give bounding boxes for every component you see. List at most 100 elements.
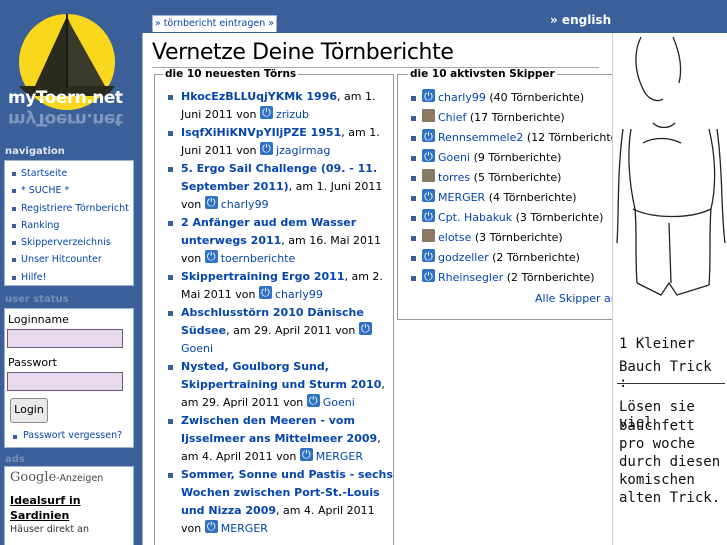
toern-item: Skippertraining Ergo 2011, am 2. Mai 201… bbox=[163, 268, 393, 304]
toern-item: Sommer, Sonne und Pastis - sechs Wochen … bbox=[163, 466, 393, 538]
skipper-name-link[interactable]: MERGER bbox=[438, 191, 485, 204]
login-box: Loginname Passwort Login Passwort verges… bbox=[4, 308, 134, 448]
forgot-password-link[interactable]: Passwort vergessen? bbox=[7, 430, 133, 441]
power-icon bbox=[422, 87, 435, 107]
skipper-name-link[interactable]: godzeller bbox=[438, 251, 489, 264]
ads-title: ads bbox=[5, 454, 25, 465]
active-skipper-box: die 10 aktivsten Skipper charly99 (40 Tö… bbox=[397, 68, 623, 320]
skipper-item: elotse (3 Törnberichte) bbox=[408, 228, 622, 248]
loginname-input[interactable] bbox=[7, 329, 123, 348]
skipper-list: charly99 (40 Törnberichte)Chief (17 Törn… bbox=[408, 87, 622, 288]
skipper-item: torres (5 Törnberichte) bbox=[408, 168, 622, 188]
toern-user-link[interactable]: toernberichte bbox=[221, 252, 296, 265]
power-icon bbox=[422, 207, 435, 227]
toern-date: , am 29. April 2011 von bbox=[226, 324, 359, 337]
ad-line-8: alten Trick. bbox=[619, 490, 721, 506]
loginname-label: Loginname bbox=[8, 313, 69, 326]
toern-item: IsqfXiHiKNVpYIljPZE 1951, am 1. Juni 201… bbox=[163, 124, 393, 160]
user-icon bbox=[204, 518, 218, 536]
user-icon bbox=[204, 248, 218, 266]
right-advertisement[interactable]: 1 Kleiner Bauch Trick : Lösen sie viel b… bbox=[612, 33, 727, 545]
toern-item: 5. Ergo Sail Challenge (09. - 11. Septem… bbox=[163, 160, 393, 214]
skipper-item: MERGER (4 Törnberichte) bbox=[408, 187, 622, 208]
photo-icon bbox=[422, 169, 435, 182]
skipper-name-link[interactable]: torres bbox=[438, 171, 470, 184]
toern-user-link[interactable]: charly99 bbox=[275, 288, 323, 301]
nav-item[interactable]: Registriere Törnbericht bbox=[9, 200, 133, 217]
password-label: Passwort bbox=[8, 356, 57, 369]
toern-title-link[interactable]: Nysted, Goulborg Sund, Skippertraining u… bbox=[181, 360, 381, 391]
skipper-count: (40 Törnberichte) bbox=[489, 91, 585, 104]
photo-icon bbox=[422, 229, 435, 242]
ad-line-4: bauchfett bbox=[619, 418, 695, 434]
toern-user-link[interactable]: MERGER bbox=[316, 450, 363, 463]
toern-title-link[interactable]: Skippertraining Ergo 2011 bbox=[181, 270, 344, 283]
skipper-count: (3 Törnberichte) bbox=[515, 211, 604, 224]
toern-item: HkocEzBLLUqjYKMk 1996, am 1. Juni 2011 v… bbox=[163, 88, 393, 124]
ad-text: Häuser direkt an bbox=[10, 524, 90, 535]
skipper-name-link[interactable]: Rheinsegler bbox=[438, 271, 503, 284]
toern-title-link[interactable]: IsqfXiHiKNVpYIljPZE 1951 bbox=[181, 126, 341, 139]
user-icon bbox=[259, 140, 273, 158]
user-icon bbox=[306, 392, 320, 410]
toern-user-link[interactable]: Goeni bbox=[181, 342, 213, 355]
toern-title-link[interactable]: HkocEzBLLUqjYKMk 1996 bbox=[181, 90, 337, 103]
page-title: Vernetze Deine Törnberichte bbox=[152, 40, 454, 65]
skipper-name-link[interactable]: Goeni bbox=[438, 151, 470, 164]
english-link[interactable]: » english bbox=[550, 13, 611, 27]
toern-item: Zwischen den Meeren - vom Ijsselmeer ans… bbox=[163, 412, 393, 466]
nav-item[interactable]: Ranking bbox=[9, 217, 133, 234]
newest-toerns-box: die 10 neuesten Törns HkocEzBLLUqjYKMk 1… bbox=[154, 68, 394, 545]
toern-user-link[interactable]: zrizub bbox=[276, 108, 309, 121]
nav-item[interactable]: Hilfe! bbox=[9, 269, 133, 286]
user-icon bbox=[299, 446, 313, 464]
skipper-item: Cpt. Habakuk (3 Törnberichte) bbox=[408, 207, 622, 228]
toern-item: Abschlusstörn 2010 Dänische Südsee, am 2… bbox=[163, 304, 393, 358]
left-sidebar: myToern.net myToern.net navigation Start… bbox=[0, 0, 142, 545]
skipper-name-link[interactable]: Chief bbox=[438, 111, 466, 124]
power-icon bbox=[422, 267, 435, 287]
ad-line-2: Bauch Trick : bbox=[619, 359, 712, 391]
skipper-name-link[interactable]: elotse bbox=[438, 231, 471, 244]
navigation-box: Startseite * SUCHE * Registriere Törnberic… bbox=[4, 160, 134, 286]
skipper-item: charly99 (40 Törnberichte) bbox=[408, 87, 622, 108]
nav-item[interactable]: Skipperverzeichnis bbox=[9, 234, 133, 251]
skipper-name-link[interactable]: charly99 bbox=[438, 91, 486, 104]
logo-reflection: myToern.net bbox=[8, 109, 123, 129]
navigation-list: Startseite * SUCHE * Registriere Törnberic… bbox=[9, 165, 133, 286]
power-icon bbox=[422, 247, 435, 267]
site-logo[interactable]: myToern.net myToern.net bbox=[5, 8, 129, 132]
skipper-name-link[interactable]: Cpt. Habakuk bbox=[438, 211, 512, 224]
skipper-count: (4 Törnberichte) bbox=[488, 191, 577, 204]
toern-user-link[interactable]: MERGER bbox=[221, 522, 268, 535]
nav-item[interactable]: * SUCHE * bbox=[9, 182, 133, 199]
login-button[interactable]: Login bbox=[10, 398, 48, 423]
nav-item[interactable]: Startseite bbox=[9, 165, 133, 182]
skipper-count: (5 Törnberichte) bbox=[473, 171, 562, 184]
ad-line-6: durch diesen bbox=[619, 454, 721, 470]
skipper-count: (2 Törnberichte) bbox=[506, 271, 595, 284]
ad-title-link[interactable]: Idealsurf in Sardinien bbox=[10, 493, 133, 523]
toern-user-link[interactable]: Goeni bbox=[323, 396, 355, 409]
user-status-title: user status bbox=[5, 294, 69, 305]
newest-toerns-legend: die 10 neuesten Törns bbox=[165, 68, 297, 80]
toern-title-link[interactable]: Zwischen den Meeren - vom Ijsselmeer ans… bbox=[181, 414, 377, 445]
ad-line-5: pro woche bbox=[619, 436, 695, 452]
photo-icon bbox=[422, 109, 435, 122]
power-icon bbox=[422, 147, 435, 167]
ad-line-1: 1 Kleiner bbox=[619, 336, 695, 352]
password-input[interactable] bbox=[7, 372, 123, 391]
user-icon bbox=[258, 284, 272, 302]
skipper-count: (3 Törnberichte) bbox=[474, 231, 563, 244]
toern-user-link[interactable]: charly99 bbox=[221, 198, 269, 211]
anzeigen-label: -Anzeigen bbox=[56, 473, 104, 484]
skipper-name-link[interactable]: Rennsemmele2 bbox=[438, 131, 523, 144]
user-icon bbox=[259, 104, 273, 122]
tab-toernbericht-eintragen[interactable]: » törnbericht eintragen » bbox=[152, 15, 277, 32]
nav-item[interactable]: Unser Hitcounter bbox=[9, 251, 133, 268]
toerns-list: HkocEzBLLUqjYKMk 1996, am 1. Juni 2011 v… bbox=[163, 88, 393, 538]
power-icon bbox=[422, 127, 435, 147]
skipper-item: Goeni (9 Törnberichte) bbox=[408, 147, 622, 168]
toern-user-link[interactable]: jzagirmag bbox=[276, 144, 330, 157]
user-icon bbox=[358, 320, 372, 338]
